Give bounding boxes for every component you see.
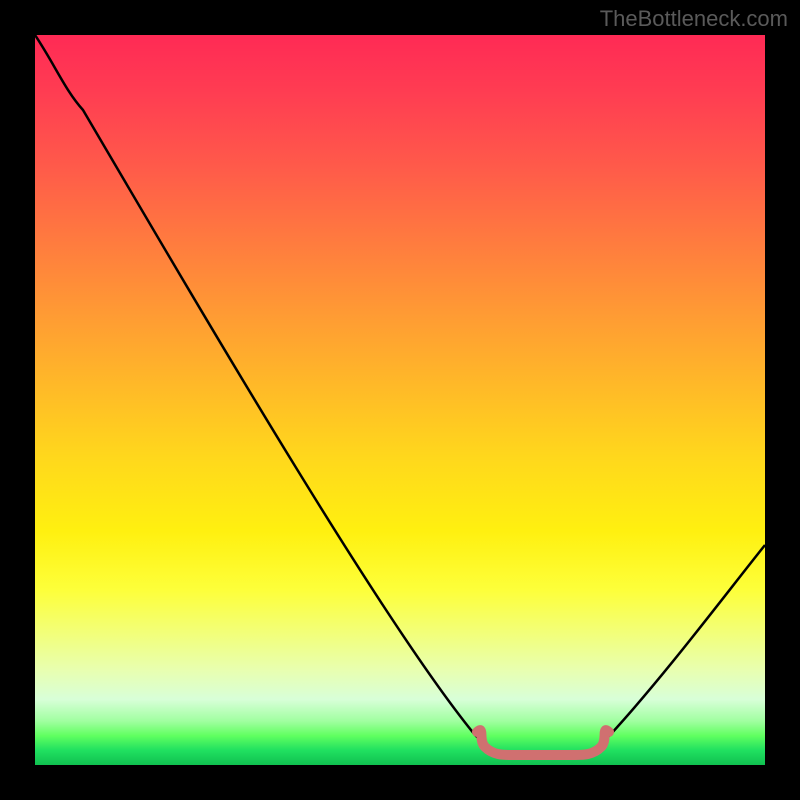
chart-plot-area [35,35,765,765]
optimal-band-marker [477,730,609,755]
chart-svg [35,35,765,765]
bottleneck-curve [35,35,765,755]
attribution-text: TheBottleneck.com [600,6,788,32]
